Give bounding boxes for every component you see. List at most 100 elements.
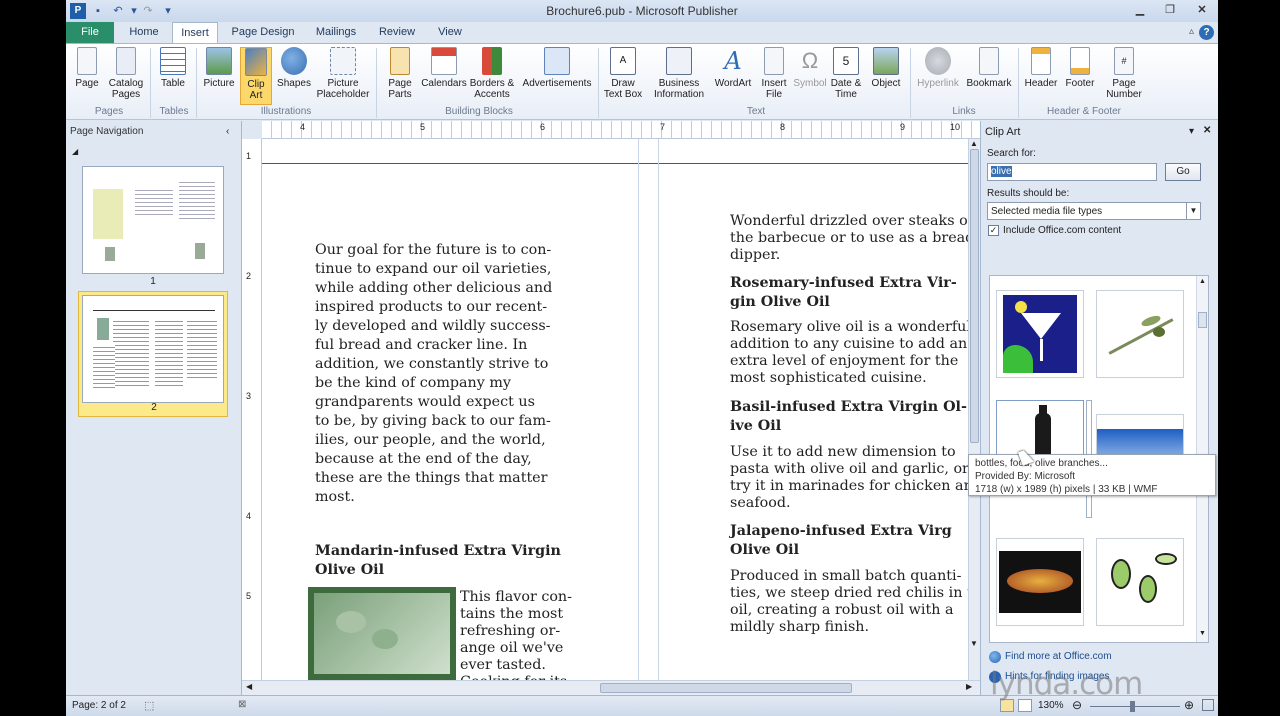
scroll-left-icon[interactable]: ◀ [246,682,252,691]
tab-insert[interactable]: Insert [172,22,218,43]
scroll-right-icon[interactable]: ▶ [966,682,972,691]
close-button[interactable]: ✕ [1190,2,1214,18]
ruler-number: 7 [660,122,666,132]
clip-art-button[interactable]: Clip Art [240,47,272,105]
horizontal-scroll-thumb[interactable] [600,683,852,693]
text-line: refreshing or- [460,623,561,639]
include-office-checkbox[interactable]: ✓ [988,225,999,236]
wordart-icon: A [724,47,742,75]
horizontal-scrollbar[interactable]: ◀ ▶ [242,680,980,695]
tab-review[interactable]: Review [374,22,420,43]
fit-page-icon[interactable] [1202,699,1214,711]
horizontal-ruler[interactable]: 4 5 6 7 8 9 10 [262,121,980,139]
date-time-button[interactable]: 5 Date & Time [830,47,862,100]
text-line: addition to any cuisine to add an [730,336,968,352]
restore-button[interactable]: ❐ [1158,2,1182,18]
go-button[interactable]: Go [1165,163,1201,181]
group-separator [1018,48,1019,118]
search-value: olive [991,166,1012,177]
vertical-scrollbar[interactable]: ▲ ▼ [968,139,980,680]
rosemary-text[interactable]: Rosemary olive oil is a wonderful additio… [730,319,968,387]
wordart-button[interactable]: A WordArt [712,47,754,89]
rosemary-heading[interactable]: Rosemary-infused Extra Vir-gin Olive Oil [730,274,968,312]
draw-text-box-button[interactable]: A Draw Text Box [602,47,644,100]
search-input[interactable]: olive [987,163,1157,181]
object-button[interactable]: Object [866,47,906,89]
scroll-up-icon[interactable]: ▲ [1199,278,1206,285]
jalapeno-text[interactable]: Produced in small batch quanti-ties, we … [730,568,968,636]
mandarin-text[interactable]: This flavor con-tains the most refreshing… [460,589,590,680]
text-line: Produced in small batch quanti- [730,568,962,584]
symbol-button[interactable]: Ω Symbol [792,47,828,89]
results-scroll-thumb[interactable] [1198,312,1207,328]
table-button[interactable]: Table [156,47,190,89]
left-column-paragraph[interactable]: Our goal for the future is to con-tinue … [315,241,615,507]
catalog-pages-icon [116,47,136,75]
minimize-button[interactable]: ▁ [1128,2,1152,18]
page-parts-button[interactable]: Page Parts [382,47,418,100]
insert-file-button[interactable]: Insert File [758,47,790,100]
find-more-link[interactable]: Find more at Office.com [1005,651,1112,662]
mandarin-heading[interactable]: Mandarin-infused Extra Virgin Olive Oil [315,542,615,580]
business-information-button[interactable]: Business Information [648,47,710,100]
pane-options-icon[interactable]: ▾ [1189,126,1194,137]
text-line: grandparents would expect us [315,394,535,410]
header-button[interactable]: Header [1022,47,1060,89]
document-canvas[interactable]: Our goal for the future is to con-tinue … [262,139,968,680]
text-line: Mandarin-infused Extra Virgin [315,543,561,559]
page-thumbnail-2[interactable] [82,295,224,403]
zoom-in-icon[interactable]: ⊕ [1184,698,1194,712]
collapse-pane-icon[interactable]: ‹ [226,126,229,137]
text-line: Our goal for the future is to con- [315,242,552,258]
table-icon [160,47,186,75]
tab-mailings[interactable]: Mailings [308,22,364,43]
calendars-button[interactable]: Calendars [420,47,468,89]
vertical-ruler[interactable]: 1 2 3 4 5 [242,139,262,680]
scroll-up-icon[interactable]: ▲ [970,139,978,148]
pane-close-icon[interactable]: ✕ [1203,125,1211,136]
help-icon[interactable]: ? [1199,25,1214,40]
picture-button[interactable]: Picture [202,47,236,89]
minimize-ribbon-icon[interactable]: ▵ [1189,26,1194,37]
scroll-down-icon[interactable]: ▼ [970,639,978,648]
tab-home[interactable]: Home [124,22,164,43]
brochure-page[interactable]: Our goal for the future is to con-tinue … [262,139,968,680]
right-intro-text[interactable]: Wonderful drizzled over steaks or the bar… [730,213,968,264]
media-type-select[interactable]: Selected media file types ▼ [987,202,1201,220]
catalog-pages-button[interactable]: Catalog Pages [106,47,146,100]
jalapeno-heading[interactable]: Jalapeno-infused Extra Virg Olive Oil [730,522,968,560]
text-line: Olive Oil [315,562,385,578]
page-status[interactable]: Page: 2 of 2 [72,700,126,711]
basil-heading[interactable]: Basil-infused Extra Virgin Ol-ive Oil [730,398,968,436]
picture-placeholder-button[interactable]: Picture Placeholder [316,47,370,100]
page-thumbnail-1[interactable] [82,166,224,274]
text-line: Jalapeno-infused Extra Virg [730,523,952,539]
clip-food-platter[interactable] [996,538,1084,626]
tab-page-design[interactable]: Page Design [226,22,300,43]
clip-olive-branch[interactable] [1096,290,1184,378]
clip-art-tooltip: bottles, food, olive branches... Provide… [968,454,1216,496]
basil-text[interactable]: Use it to add new dimension to pasta with… [730,444,968,512]
text-line: ever tasted. [460,657,546,673]
tab-view[interactable]: View [430,22,470,43]
advertisements-button[interactable]: Advertisements [520,47,594,89]
tab-file[interactable]: File [66,22,114,43]
scroll-down-icon[interactable]: ▼ [1199,630,1206,637]
borders-accents-button[interactable]: Borders & Accents [468,47,516,100]
page-number-button[interactable]: # Page Number [1102,47,1146,100]
page-thumbnail-2-selected[interactable]: 2 [78,291,228,417]
clip-olives-drawing[interactable] [1096,538,1184,626]
hyperlink-button[interactable]: Hyperlink [914,47,962,89]
zoom-slider-thumb[interactable] [1130,701,1135,712]
omega-icon: Ω [801,48,819,73]
vertical-scroll-thumb[interactable] [970,149,979,443]
zoom-slider[interactable] [1090,706,1180,707]
clip-martini[interactable] [996,290,1084,378]
bookmark-button[interactable]: Bookmark [964,47,1014,89]
footer-button[interactable]: Footer [1062,47,1098,89]
page-button[interactable]: Page [72,47,102,89]
olive-image[interactable] [308,587,456,680]
dropdown-arrow-icon[interactable]: ▼ [1186,203,1200,219]
shapes-button[interactable]: Shapes [276,47,312,89]
expand-icon[interactable]: ◢ [72,147,78,156]
